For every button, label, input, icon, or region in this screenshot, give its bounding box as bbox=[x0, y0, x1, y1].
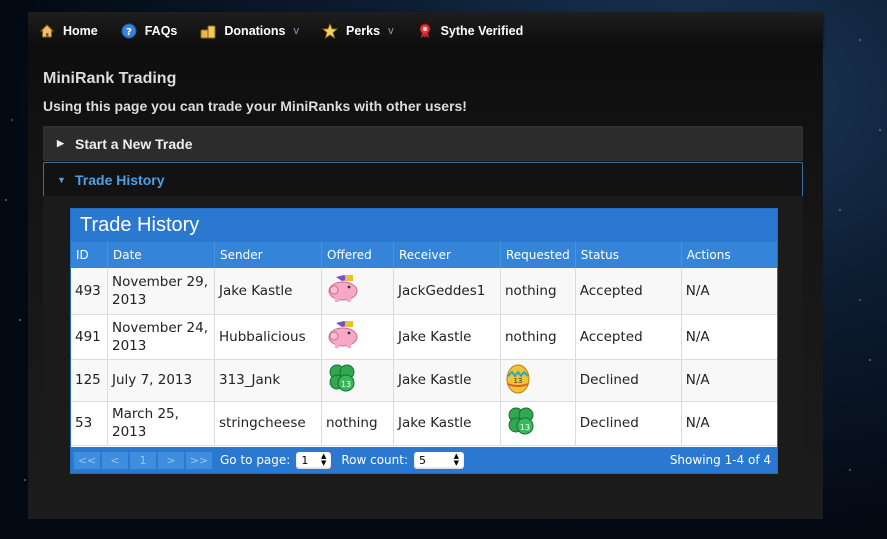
pig-icon[interactable] bbox=[326, 273, 360, 308]
col-requested[interactable]: Requested bbox=[500, 242, 576, 268]
cell-status: Declined bbox=[575, 359, 682, 402]
table-row: 493 November 29, 2013 Jake Kastle JackGe… bbox=[71, 268, 777, 315]
nav-perks-label: Perks bbox=[346, 23, 381, 38]
cell-requested: nothing bbox=[500, 268, 576, 315]
cell-actions: N/A bbox=[681, 314, 777, 360]
nav-home-label: Home bbox=[63, 23, 98, 38]
cell-actions: N/A bbox=[681, 359, 777, 402]
goto-page-label: Go to page: bbox=[220, 453, 291, 467]
svg-text:13: 13 bbox=[520, 423, 530, 432]
cell-sender: Hubbalicious bbox=[214, 314, 322, 360]
accordion-trade-history-label: Trade History bbox=[75, 171, 165, 188]
cell-receiver: Jake Kastle bbox=[393, 401, 501, 446]
chevron-down-icon: v bbox=[388, 24, 394, 37]
nav-donations-label: Donations bbox=[224, 23, 286, 38]
nav-donations[interactable]: Donations v bbox=[189, 12, 299, 49]
cell-date: March 25, 2013 bbox=[107, 401, 215, 446]
svg-text:13: 13 bbox=[341, 380, 351, 389]
trade-table: ID Date Sender Offered Receiver Requeste… bbox=[71, 242, 777, 446]
cell-id: 53 bbox=[71, 401, 108, 446]
nav-faqs-label: FAQs bbox=[144, 23, 178, 38]
table-header-row: ID Date Sender Offered Receiver Requeste… bbox=[71, 242, 777, 268]
question-icon: ? bbox=[121, 23, 137, 39]
next-page-button[interactable]: > bbox=[158, 451, 184, 469]
table-caption: Trade History bbox=[71, 209, 777, 242]
cell-receiver: JackGeddes1 bbox=[393, 268, 501, 315]
cell-date: July 7, 2013 bbox=[107, 359, 215, 402]
clover-13-icon[interactable]: 13 bbox=[505, 405, 537, 442]
cell-date: November 24, 2013 bbox=[107, 314, 215, 360]
cell-requested: 13 bbox=[500, 359, 576, 402]
egg-13-icon[interactable]: 13 bbox=[505, 362, 531, 399]
cell-actions: N/A bbox=[681, 401, 777, 446]
table-row: 125 July 7, 2013 313_Jank 13 Jake Kastle… bbox=[71, 359, 777, 402]
page-title: MiniRank Trading bbox=[43, 70, 177, 87]
cell-date: November 29, 2013 bbox=[107, 268, 215, 315]
table-row: 53 March 25, 2013 stringcheese nothing J… bbox=[71, 401, 777, 446]
cell-receiver: Jake Kastle bbox=[393, 359, 501, 402]
trade-history-table: Trade History ID Date Sender Offered Rec… bbox=[70, 208, 778, 474]
top-navbar: Home ? FAQs Donations v Perks v Sythe Ve… bbox=[28, 12, 823, 50]
col-receiver[interactable]: Receiver bbox=[393, 242, 501, 268]
nav-faqs[interactable]: ? FAQs bbox=[110, 12, 178, 49]
col-date[interactable]: Date bbox=[107, 242, 215, 268]
star-icon bbox=[322, 22, 338, 39]
cell-sender: 313_Jank bbox=[214, 359, 322, 402]
last-page-button[interactable]: >> bbox=[186, 451, 212, 469]
row-count-label: Row count: bbox=[341, 453, 409, 467]
triangle-right-icon: ▶ bbox=[57, 138, 64, 148]
col-id[interactable]: ID bbox=[71, 242, 108, 268]
page-subtitle: Using this page you can trade your MiniR… bbox=[43, 98, 467, 114]
table-row: 491 November 24, 2013 Hubbalicious Jake … bbox=[71, 314, 777, 360]
col-sender[interactable]: Sender bbox=[214, 242, 322, 268]
goto-page-value: 1 bbox=[301, 453, 309, 467]
chevron-down-icon: v bbox=[293, 24, 300, 37]
clover-13-icon[interactable]: 13 bbox=[326, 362, 358, 399]
cell-sender: stringcheese bbox=[214, 401, 322, 446]
accordion-start-new-trade-label: Start a New Trade bbox=[75, 135, 193, 152]
cell-status: Accepted bbox=[575, 268, 682, 315]
accordion-trade-history[interactable]: ▼ Trade History bbox=[43, 162, 803, 197]
prev-page-button[interactable]: < bbox=[102, 451, 128, 469]
nav-home[interactable]: Home bbox=[28, 12, 98, 49]
pig-icon[interactable] bbox=[326, 319, 360, 354]
cell-offered bbox=[321, 268, 394, 315]
col-offered[interactable]: Offered bbox=[321, 242, 394, 268]
nav-perks[interactable]: Perks v bbox=[311, 12, 394, 49]
nav-sythe-verified[interactable]: Sythe Verified bbox=[406, 12, 524, 49]
cell-status: Declined bbox=[575, 401, 682, 446]
svg-text:?: ? bbox=[126, 27, 132, 38]
col-status[interactable]: Status bbox=[575, 242, 682, 268]
row-count-select[interactable]: 5 ▲ ▼ bbox=[414, 451, 465, 469]
triangle-down-icon: ▼ bbox=[57, 174, 66, 185]
cell-offered bbox=[321, 314, 394, 360]
updown-icon: ▲ ▼ bbox=[453, 452, 460, 467]
table-pager: << < 1 > >> Go to page: 1 ▲ ▼ Row count: … bbox=[71, 447, 777, 473]
showing-count: Showing 1-4 of 4 bbox=[669, 453, 771, 467]
goto-page-select[interactable]: 1 ▲ ▼ bbox=[296, 451, 332, 469]
nav-sythe-verified-label: Sythe Verified bbox=[440, 23, 524, 38]
row-count-value: 5 bbox=[419, 453, 427, 467]
coins-icon bbox=[200, 23, 216, 39]
page-1-button[interactable]: 1 bbox=[130, 451, 156, 469]
house-icon bbox=[39, 23, 55, 39]
cell-offered: nothing bbox=[321, 401, 394, 446]
cell-requested: nothing bbox=[500, 314, 576, 360]
cell-status: Accepted bbox=[575, 314, 682, 360]
ribbon-icon bbox=[417, 23, 433, 39]
cell-id: 491 bbox=[71, 314, 108, 360]
svg-text:13: 13 bbox=[514, 377, 523, 385]
updown-icon: ▲ ▼ bbox=[320, 452, 327, 467]
cell-requested: 13 bbox=[500, 401, 576, 446]
cell-id: 493 bbox=[71, 268, 108, 315]
first-page-button[interactable]: << bbox=[74, 451, 100, 469]
accordion-start-new-trade[interactable]: ▶ Start a New Trade bbox=[43, 126, 803, 161]
cell-offered: 13 bbox=[321, 359, 394, 402]
cell-receiver: Jake Kastle bbox=[393, 314, 501, 360]
cell-sender: Jake Kastle bbox=[214, 268, 322, 315]
cell-actions: N/A bbox=[681, 268, 777, 315]
cell-id: 125 bbox=[71, 359, 108, 402]
col-actions[interactable]: Actions bbox=[681, 242, 777, 268]
